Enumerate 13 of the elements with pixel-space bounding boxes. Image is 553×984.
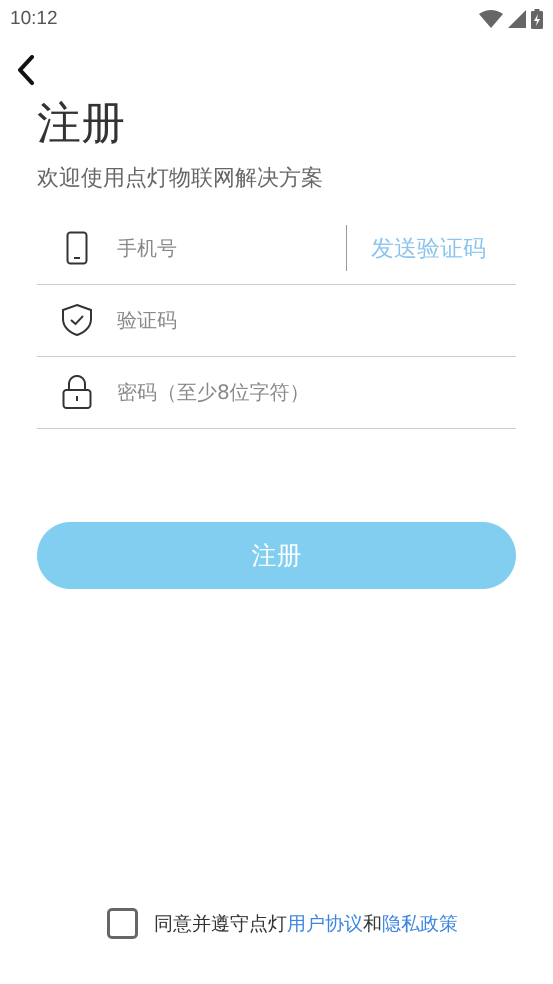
phone-icon — [66, 231, 88, 266]
status-time: 10:12 — [10, 8, 58, 30]
shield-check-icon — [61, 303, 93, 338]
agreement-link[interactable]: 用户协议 — [287, 912, 363, 934]
padlock-icon — [62, 374, 92, 410]
agree-checkbox[interactable] — [107, 908, 138, 939]
agreement-link[interactable]: 隐私政策 — [382, 912, 458, 934]
battery-icon — [531, 9, 543, 29]
page-title: 注册 — [37, 98, 126, 151]
signal-icon — [508, 10, 526, 28]
agreement-text: 同意并遵守点灯用户协议和隐私政策 — [154, 912, 458, 936]
wifi-icon — [479, 10, 503, 28]
page-subtitle: 欢迎使用点灯物联网解决方案 — [37, 164, 324, 193]
